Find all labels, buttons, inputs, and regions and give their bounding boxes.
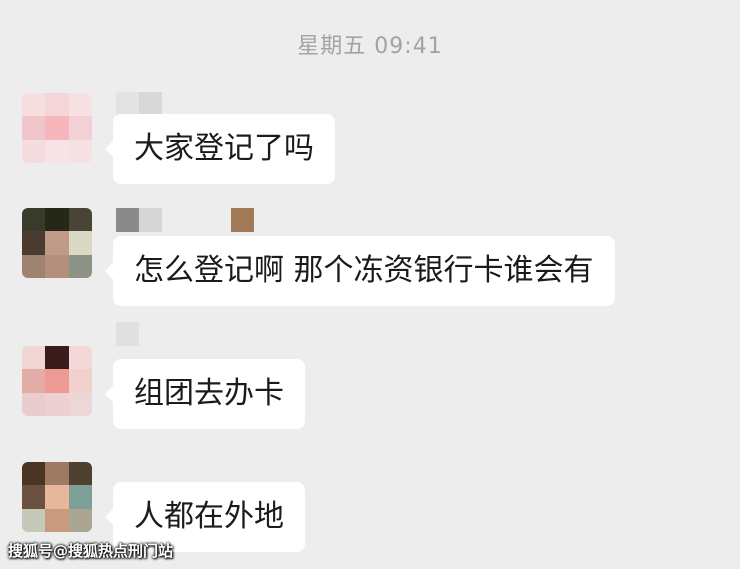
avatar-pixel xyxy=(68,346,92,370)
watermark: 搜狐号@搜狐热点刑门站 xyxy=(8,542,174,560)
avatar-pixel xyxy=(45,346,69,370)
avatar-pixel xyxy=(22,508,46,532)
sender-avatar[interactable] xyxy=(22,208,92,278)
chat-timestamp: 星期五 09:41 xyxy=(297,34,443,59)
avatar-pixel xyxy=(68,139,92,163)
avatar-pixel xyxy=(45,254,69,278)
avatar-pixel xyxy=(68,392,92,416)
avatar-pixel xyxy=(22,139,46,163)
avatar-pixel xyxy=(45,462,69,486)
avatar-pixel xyxy=(45,139,69,163)
name-pixel xyxy=(116,92,139,116)
name-pixel xyxy=(231,208,254,232)
avatar-pixel xyxy=(68,485,92,509)
sender-avatar[interactable] xyxy=(22,93,92,163)
avatar-pixel xyxy=(22,254,46,278)
avatar-pixel xyxy=(45,485,69,509)
avatar-pixel xyxy=(22,93,46,117)
avatar-pixel xyxy=(68,508,92,532)
sender-name-pixelated xyxy=(116,208,254,232)
avatar-pixel xyxy=(22,392,46,416)
avatar-pixel xyxy=(68,93,92,117)
name-pixel xyxy=(208,208,231,232)
avatar-pixel xyxy=(22,231,46,255)
sender-avatar[interactable] xyxy=(22,462,92,532)
avatar-pixel xyxy=(45,208,69,232)
avatar-pixel xyxy=(68,208,92,232)
avatar-pixel xyxy=(45,508,69,532)
name-pixel xyxy=(162,208,185,232)
name-pixel xyxy=(139,208,162,232)
sender-avatar[interactable] xyxy=(22,346,92,416)
avatar-pixel xyxy=(22,485,46,509)
message-bubble[interactable]: 大家登记了吗 xyxy=(105,114,335,184)
message-bubble[interactable]: 组团去办卡 xyxy=(105,359,305,429)
avatar-pixel xyxy=(68,231,92,255)
avatar-pixel xyxy=(45,93,69,117)
avatar-pixel xyxy=(22,116,46,140)
name-pixel xyxy=(139,92,162,116)
avatar-pixel xyxy=(45,369,69,393)
avatar-pixel xyxy=(68,462,92,486)
message-bubble[interactable]: 怎么登记啊 那个冻资银行卡谁会有 xyxy=(105,236,615,306)
name-pixel xyxy=(116,208,139,232)
sender-name-pixelated xyxy=(116,322,139,346)
avatar-pixel xyxy=(68,254,92,278)
avatar-pixel xyxy=(22,208,46,232)
avatar-pixel xyxy=(22,462,46,486)
avatar-pixel xyxy=(45,231,69,255)
sender-name-pixelated xyxy=(116,92,162,116)
avatar-pixel xyxy=(22,369,46,393)
avatar-pixel xyxy=(68,369,92,393)
avatar-pixel xyxy=(45,116,69,140)
name-pixel xyxy=(116,322,139,346)
avatar-pixel xyxy=(22,346,46,370)
avatar-pixel xyxy=(68,116,92,140)
name-pixel xyxy=(185,208,208,232)
avatar-pixel xyxy=(45,392,69,416)
